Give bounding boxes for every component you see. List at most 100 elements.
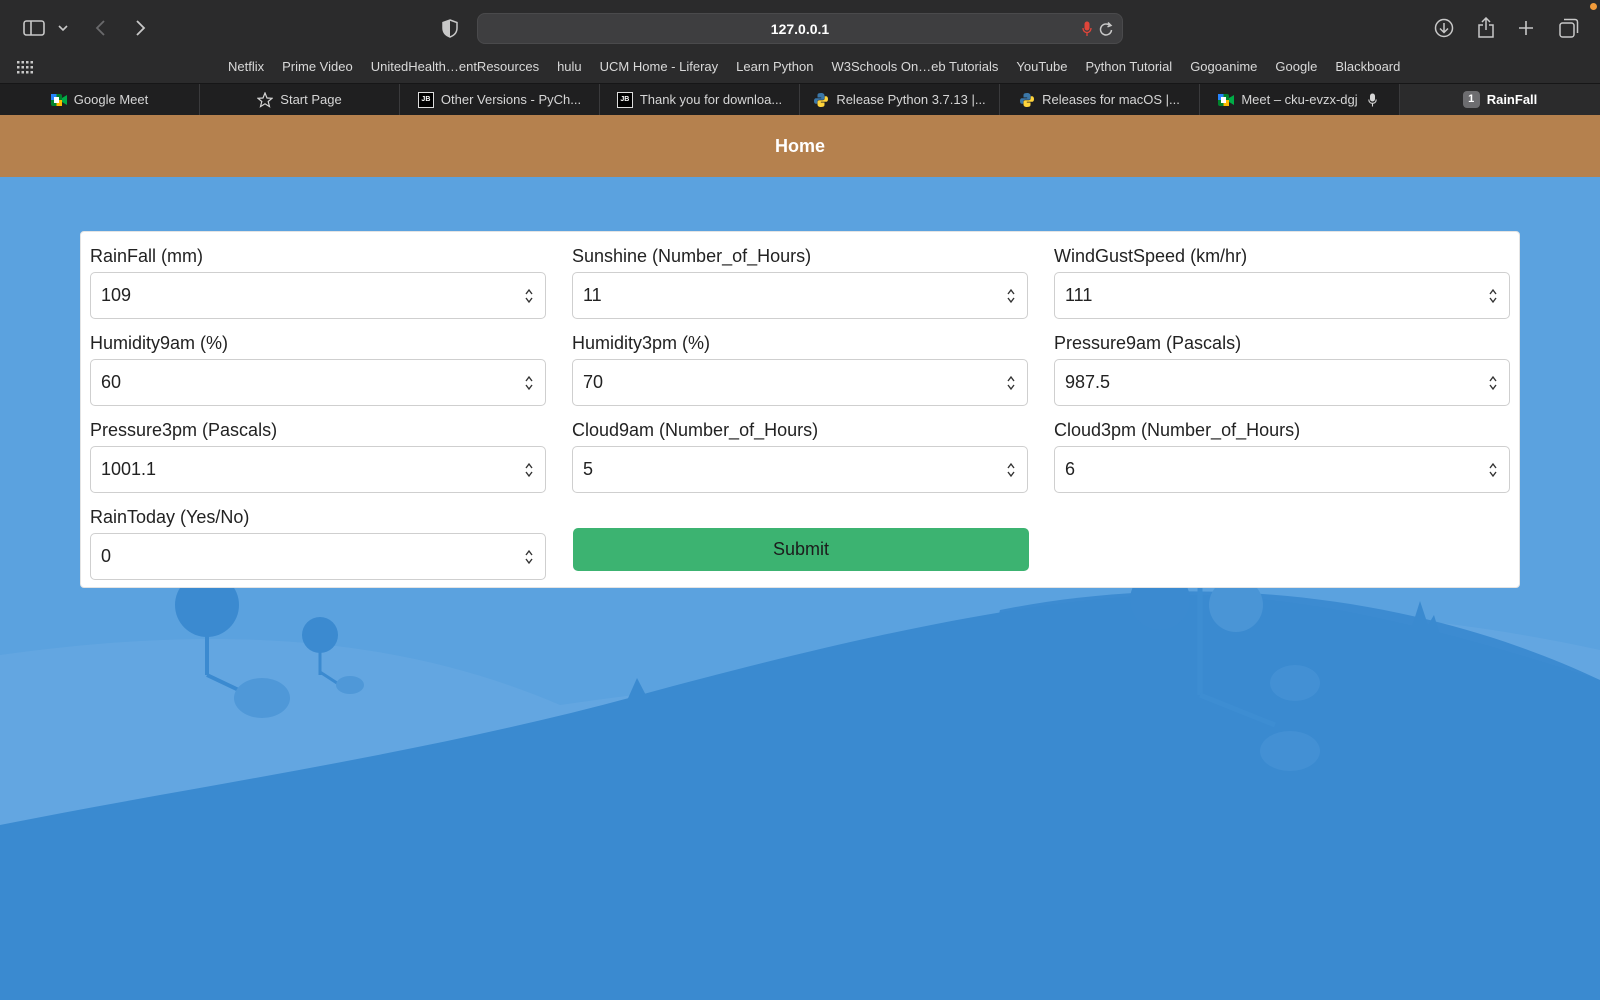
favorites-bar: Netflix Prime Video UnitedHealth…entReso… [0,56,1600,83]
number-input-raintoday[interactable] [90,533,546,580]
pressure9am-input[interactable] [1055,360,1465,405]
spinner-icon[interactable] [1006,374,1016,392]
number-input-cloud3pm[interactable] [1054,446,1510,493]
forward-chevron-right-icon[interactable] [131,14,149,42]
tab-release-python[interactable]: Release Python 3.7.13 |... [800,84,1000,115]
tab-releases-macos[interactable]: Releases for macOS |... [1000,84,1200,115]
prediction-form: RainFall (mm) Sunshine (Number_of_Hours)… [80,231,1520,588]
field-windgustspeed: WindGustSpeed (km/hr) [1054,244,1510,319]
page-header: Home [0,115,1600,177]
pressure3pm-input[interactable] [91,447,501,492]
back-chevron-left-icon[interactable] [92,14,110,42]
chevron-down-icon[interactable] [56,14,70,42]
field-label: Pressure9am (Pascals) [1054,333,1242,353]
spinner-icon[interactable] [1006,461,1016,479]
tab-thank-you-download[interactable]: JB Thank you for downloa... [600,84,800,115]
tab-title: Releases for macOS |... [1042,92,1180,107]
spinner-icon[interactable] [524,374,534,392]
number-input-pressure3pm[interactable] [90,446,546,493]
sidebar-icon[interactable] [22,14,46,42]
web-page: Home RainFall (mm) Sunshine (Number_of_H… [0,115,1600,1000]
sunshine-input[interactable] [573,273,983,318]
microphone-icon[interactable] [1365,92,1381,108]
field-humidity9am: Humidity9am (%) [90,331,546,406]
field-sunshine: Sunshine (Number_of_Hours) [572,244,1028,319]
cloud9am-input[interactable] [573,447,983,492]
favorite-google[interactable]: Google [1266,56,1326,83]
tab-title: Start Page [280,92,342,107]
field-label: Sunshine (Number_of_Hours) [572,246,812,266]
tab-rainfall[interactable]: 1 RainFall [1400,84,1600,115]
jetbrains-icon: JB [417,91,434,108]
field-raintoday: RainToday (Yes/No) [90,505,546,580]
favorite-youtube[interactable]: YouTube [1007,56,1076,83]
tab-title: Google Meet [73,92,149,107]
download-icon[interactable] [1433,14,1455,42]
number-input-windgustspeed[interactable] [1054,272,1510,319]
shield-icon[interactable] [440,14,460,42]
spinner-icon[interactable] [1488,287,1498,305]
browser-toolbar: 127.0.0.1 [0,0,1600,56]
spinner-icon[interactable] [524,287,534,305]
raintoday-input[interactable] [91,534,501,579]
field-label: RainFall (mm) [90,246,204,266]
favorite-unitedhealth[interactable]: UnitedHealth…entResources [362,56,548,83]
microphone-icon[interactable] [1082,21,1092,42]
number-input-pressure9am[interactable] [1054,359,1510,406]
notification-dot [1590,3,1597,10]
field-label: WindGustSpeed (km/hr) [1054,246,1248,266]
tab-badge: 1 [1462,91,1480,108]
tab-title: Other Versions - PyCh... [440,92,582,107]
favorite-learn-python[interactable]: Learn Python [727,56,822,83]
favorite-gogoanime[interactable]: Gogoanime [1181,56,1266,83]
field-label: Humidity3pm (%) [572,333,711,353]
favorite-hulu[interactable]: hulu [548,56,591,83]
windgustspeed-input[interactable] [1055,273,1465,318]
humidity9am-input[interactable] [91,360,501,405]
tab-other-versions-pycharm[interactable]: JB Other Versions - PyCh... [400,84,600,115]
tab-start-page[interactable]: Start Page [200,84,400,115]
field-label: Humidity9am (%) [90,333,229,353]
address-bar[interactable]: 127.0.0.1 [477,13,1123,44]
share-icon[interactable] [1475,14,1497,42]
python-icon [813,92,829,108]
field-rainfall: RainFall (mm) [90,244,546,319]
favorite-w3schools[interactable]: W3Schools On…eb Tutorials [822,56,1007,83]
grid-icon[interactable] [17,61,33,79]
tab-meet-call[interactable]: Meet – cku-evzx-dgj [1200,84,1400,115]
favorite-prime-video[interactable]: Prime Video [273,56,362,83]
tab-bar: Google Meet Start Page JB Other Versions… [0,83,1600,115]
rainfall-input[interactable] [91,273,501,318]
google-meet-icon [50,92,67,108]
spinner-icon[interactable] [1488,461,1498,479]
google-meet-icon [1218,92,1235,108]
plus-icon[interactable] [1516,14,1536,42]
favorite-python-tutorial[interactable]: Python Tutorial [1076,56,1181,83]
tab-google-meet[interactable]: Google Meet [0,84,200,115]
favorite-netflix[interactable]: Netflix [219,56,273,83]
spinner-icon[interactable] [1488,374,1498,392]
favorite-ucm-home[interactable]: UCM Home - Liferay [591,56,727,83]
page-title[interactable]: Home [0,115,1600,177]
spinner-icon[interactable] [1006,287,1016,305]
cloud3pm-input[interactable] [1055,447,1465,492]
favorite-blackboard[interactable]: Blackboard [1326,56,1409,83]
favorites-list: Netflix Prime Video UnitedHealth…entReso… [219,56,1409,83]
field-cloud9am: Cloud9am (Number_of_Hours) [572,418,1028,493]
submit-button[interactable]: Submit [573,528,1029,571]
field-label: Cloud3pm (Number_of_Hours) [1054,420,1301,440]
field-humidity3pm: Humidity3pm (%) [572,331,1028,406]
number-input-humidity9am[interactable] [90,359,546,406]
tab-overview-icon[interactable] [1558,14,1580,42]
reload-icon[interactable] [1099,21,1114,42]
humidity3pm-input[interactable] [573,360,983,405]
spinner-icon[interactable] [524,461,534,479]
number-input-cloud9am[interactable] [572,446,1028,493]
spinner-icon[interactable] [524,548,534,566]
tab-title: RainFall [1486,92,1538,107]
number-input-rainfall[interactable] [90,272,546,319]
url-text[interactable]: 127.0.0.1 [478,14,1122,45]
tab-title: Meet – cku-evzx-dgj [1241,92,1358,107]
number-input-sunshine[interactable] [572,272,1028,319]
number-input-humidity3pm[interactable] [572,359,1028,406]
